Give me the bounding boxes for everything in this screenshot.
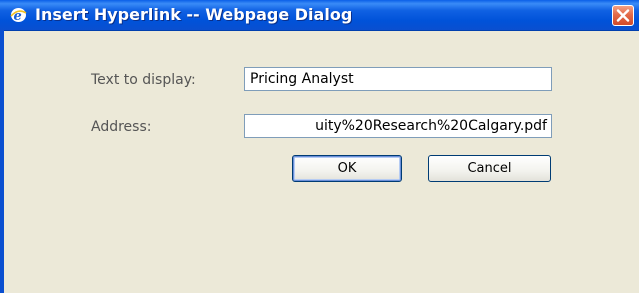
ok-button[interactable]: OK <box>292 155 402 182</box>
dialog-body: Text to display: Pricing Analyst Address… <box>4 31 639 293</box>
text-to-display-value: Pricing Analyst <box>250 71 354 87</box>
address-label: Address: <box>91 119 152 135</box>
close-button[interactable] <box>612 5 634 26</box>
window-title: Insert Hyperlink -- Webpage Dialog <box>35 5 353 24</box>
address-value: uity%20Research%20Calgary.pdf <box>315 118 547 134</box>
text-to-display-input[interactable]: Pricing Analyst <box>244 67 552 91</box>
title-bar[interactable]: e Insert Hyperlink -- Webpage Dialog <box>0 0 639 31</box>
text-to-display-label: Text to display: <box>91 72 196 88</box>
ie-icon: e <box>10 7 27 24</box>
cancel-button[interactable]: Cancel <box>428 155 551 182</box>
insert-hyperlink-dialog: e Insert Hyperlink -- Webpage Dialog Tex… <box>0 0 639 293</box>
address-input[interactable]: uity%20Research%20Calgary.pdf <box>244 114 552 138</box>
close-icon <box>616 9 630 22</box>
